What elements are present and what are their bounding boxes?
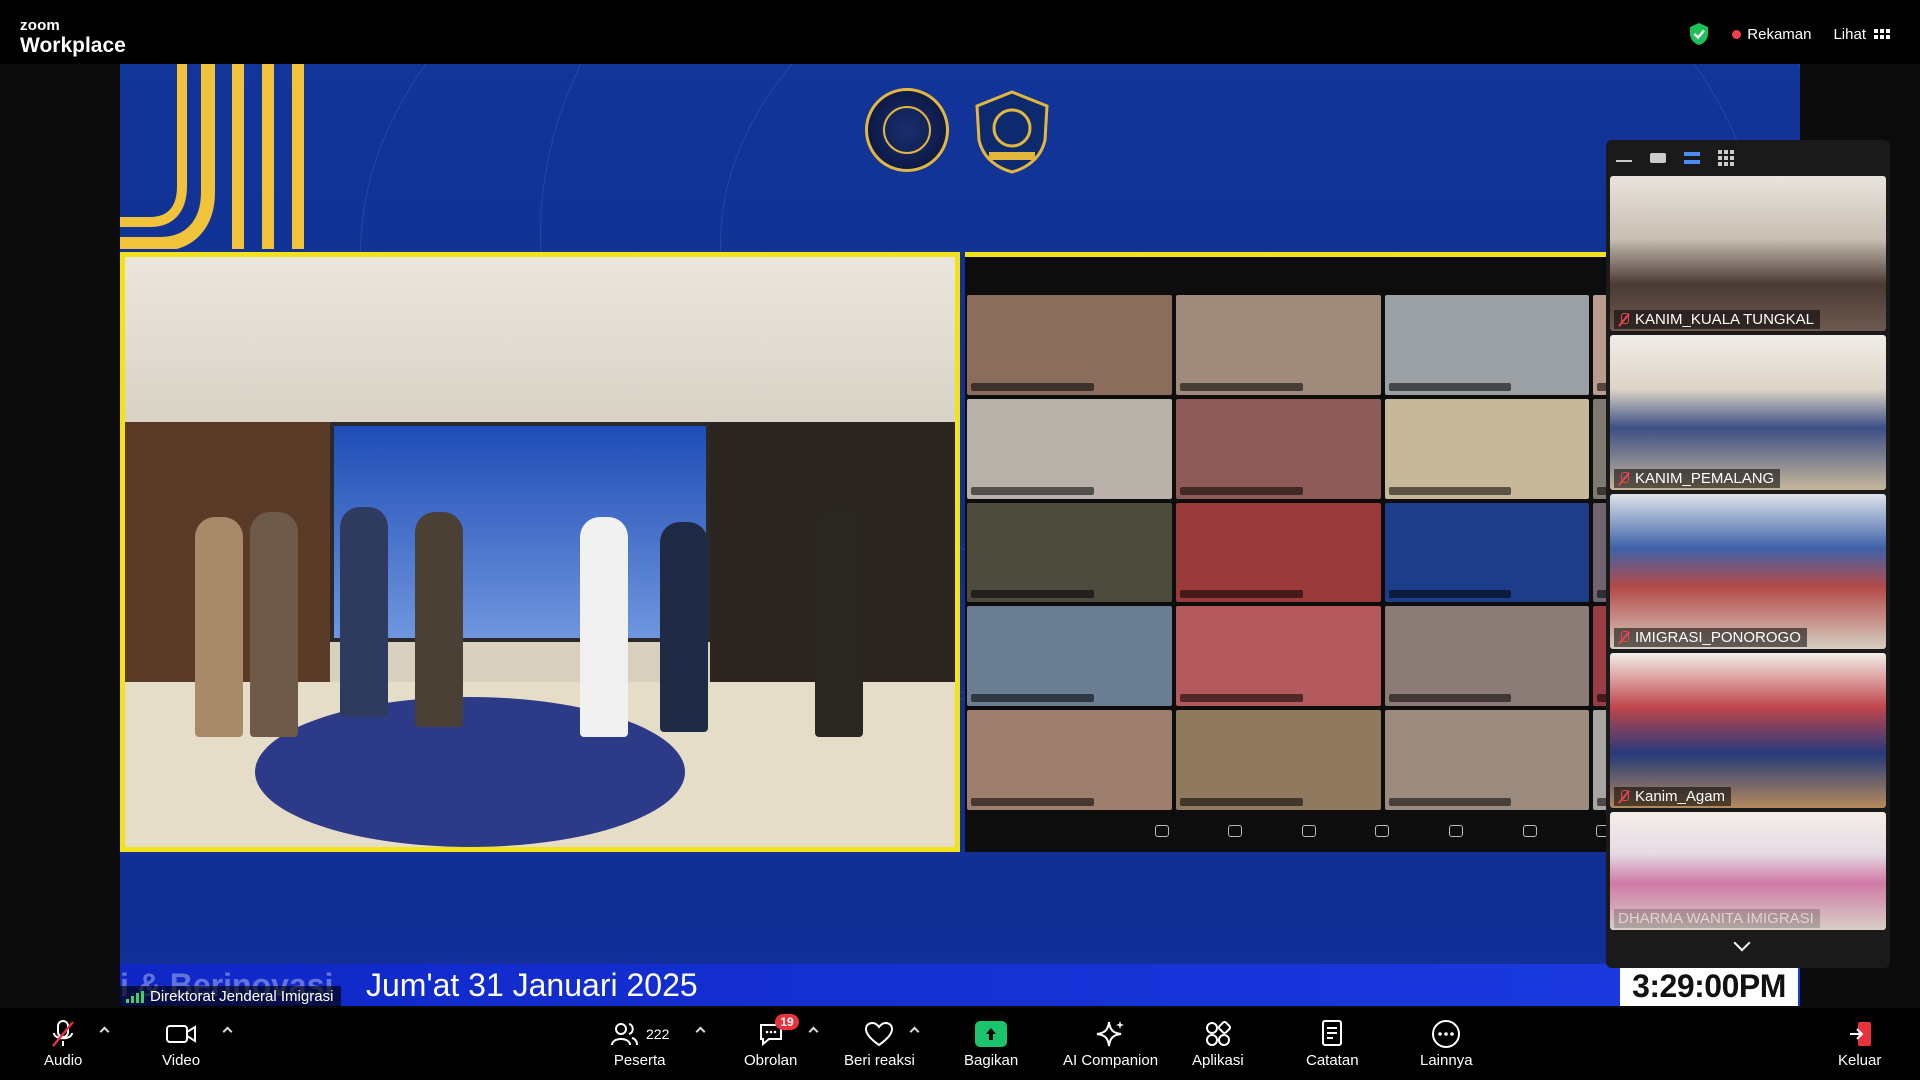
participants-options-caret-icon[interactable] xyxy=(695,1026,706,1037)
more-ellipsis-icon xyxy=(1432,1020,1461,1048)
immigration-emblem-logo xyxy=(969,88,1055,174)
clock-overlay: 3:29:00PM xyxy=(1620,966,1798,1006)
participant-name: DHARMA WANITA IMIGRASI xyxy=(1618,910,1814,927)
muted-mic-icon xyxy=(1618,789,1630,804)
shared-screen: i & Berinovasi Jum'at 31 Januari 2025 xyxy=(120,64,1800,1006)
recording-label: Rekaman xyxy=(1747,25,1812,43)
brand-bottom: Workplace xyxy=(20,34,126,57)
chat-options-caret-icon[interactable] xyxy=(808,1026,819,1037)
recording-indicator[interactable]: Rekaman xyxy=(1732,26,1811,43)
connection-signal-icon xyxy=(126,990,144,1003)
view-button[interactable]: Lihat xyxy=(1833,26,1890,43)
ceremony-camera-feed xyxy=(120,252,960,852)
leave-door-icon xyxy=(1849,1022,1871,1046)
ai-companion-button[interactable]: AI Companion xyxy=(1063,1018,1158,1069)
participant-tile[interactable]: KANIM_PEMALANG xyxy=(1610,335,1886,490)
leave-button[interactable]: Keluar xyxy=(1838,1018,1881,1069)
stacked-view-icon[interactable] xyxy=(1684,152,1700,164)
chat-label: Obrolan xyxy=(744,1052,798,1069)
chat-unread-badge: 19 xyxy=(775,1014,799,1030)
record-dot-icon xyxy=(1732,29,1742,39)
share-button[interactable]: Bagikan xyxy=(964,1018,1018,1069)
minimize-icon[interactable] xyxy=(1616,154,1632,162)
audio-label: Audio xyxy=(44,1052,83,1069)
top-bar: zoom Workplace Rekaman Lihat xyxy=(0,0,1920,64)
chat-button[interactable]: 19 Obrolan xyxy=(744,1014,799,1069)
muted-mic-icon xyxy=(1618,471,1630,486)
participant-tile[interactable]: Kanim_Agam xyxy=(1610,653,1886,808)
participant-name: IMIGRASI_PONOROGO xyxy=(1635,629,1801,646)
scroll-down-chevron-icon[interactable] xyxy=(1733,934,1751,952)
participants-button[interactable]: 222 Peserta xyxy=(610,1018,669,1069)
apps-button[interactable]: Aplikasi xyxy=(1192,1018,1244,1069)
reaction-button[interactable]: Beri reaksi xyxy=(844,1018,915,1069)
participants-label: Peserta xyxy=(613,1052,666,1069)
view-label: Lihat xyxy=(1833,25,1866,43)
participant-name: KANIM_KUALA TUNGKAL xyxy=(1635,311,1814,328)
heart-icon xyxy=(865,1021,894,1047)
participants-icon xyxy=(611,1023,638,1046)
video-label: Video xyxy=(162,1052,201,1069)
participant-count: 222 xyxy=(646,1026,670,1042)
participant-tile[interactable]: KANIM_KUALA TUNGKAL xyxy=(1610,176,1886,331)
notes-icon xyxy=(1322,1020,1343,1046)
speaker-name-tag: Direktorat Jenderal Imigrasi xyxy=(120,986,342,1007)
audio-options-caret-icon[interactable] xyxy=(99,1026,110,1037)
muted-mic-icon xyxy=(1618,630,1630,645)
participant-tile[interactable]: IMIGRASI_PONOROGO xyxy=(1610,494,1886,649)
muted-mic-icon xyxy=(1618,312,1630,327)
banner-date: Jum'at 31 Januari 2025 xyxy=(366,966,698,1003)
ai-companion-label: AI Companion xyxy=(1063,1052,1159,1069)
participant-video-panel: KANIM_KUALA TUNGKAL KANIM_PEMALANG IMIGR… xyxy=(1606,140,1890,968)
grid-view-icon xyxy=(1874,29,1890,39)
notes-label: Catatan xyxy=(1306,1052,1359,1069)
ministry-emblem-logo xyxy=(865,88,949,172)
participant-name: KANIM_PEMALANG xyxy=(1635,470,1775,487)
apps-label: Aplikasi xyxy=(1192,1052,1244,1069)
speaker-name: Direktorat Jenderal Imigrasi xyxy=(150,988,334,1005)
event-banner: i & Berinovasi Jum'at 31 Januari 2025 xyxy=(120,964,1800,1006)
muted-microphone-icon xyxy=(52,1020,75,1047)
decorative-stripes xyxy=(120,64,304,249)
speaker-view-icon[interactable] xyxy=(1650,153,1666,163)
reaction-label: Beri reaksi xyxy=(844,1052,915,1069)
audio-button[interactable]: Audio xyxy=(44,1018,82,1069)
more-label: Lainnya xyxy=(1420,1052,1473,1069)
participant-tile[interactable]: DHARMA WANITA IMIGRASI xyxy=(1610,812,1886,930)
ai-sparkle-icon xyxy=(1096,1021,1124,1047)
video-button[interactable]: Video xyxy=(162,1018,200,1069)
more-button[interactable]: Lainnya xyxy=(1420,1018,1473,1069)
meeting-toolbar: Audio Video 222 Peserta 19 Obrolan Beri … xyxy=(0,1008,1920,1080)
video-options-caret-icon[interactable] xyxy=(222,1026,233,1037)
apps-icon xyxy=(1205,1020,1231,1046)
brand-top: zoom xyxy=(20,17,60,34)
security-shield-icon[interactable] xyxy=(1688,22,1710,46)
gallery-view-icon[interactable] xyxy=(1718,150,1734,166)
zoom-logo: zoom Workplace xyxy=(20,18,126,56)
video-camera-icon xyxy=(166,1025,197,1043)
participant-name: Kanim_Agam xyxy=(1635,788,1726,805)
share-label: Bagikan xyxy=(964,1052,1019,1069)
share-screen-icon xyxy=(975,1021,1008,1047)
notes-button[interactable]: Catatan xyxy=(1306,1018,1359,1069)
leave-label: Keluar xyxy=(1838,1052,1882,1069)
